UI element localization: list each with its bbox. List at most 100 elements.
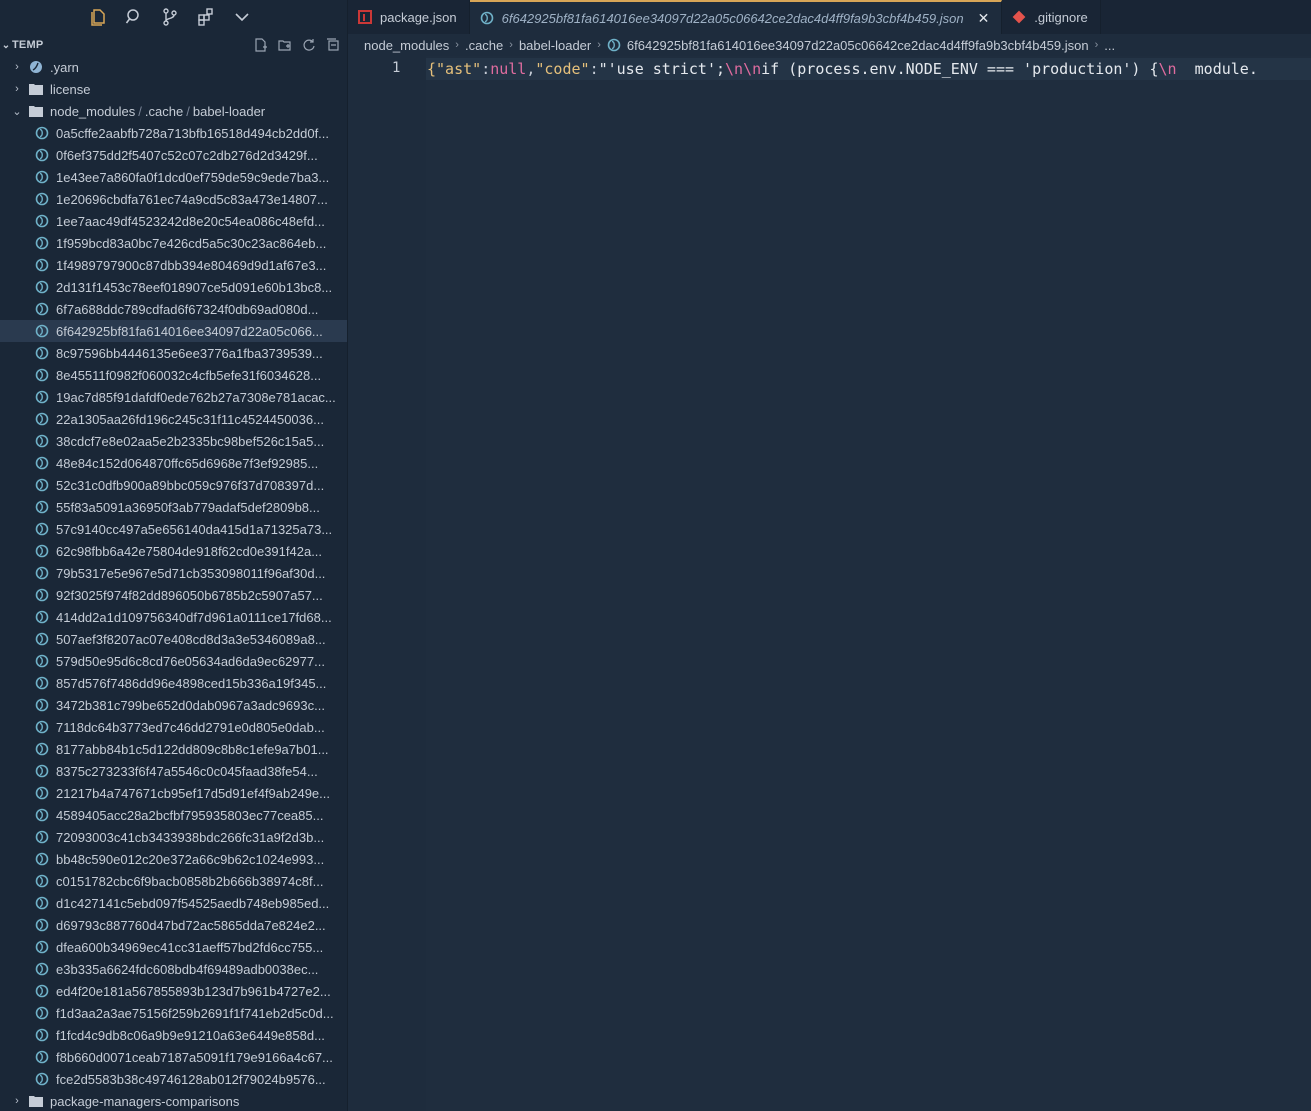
tree-file-item[interactable]: 8177abb84b1c5d122dd809c8b8c1efe9a7b01...: [0, 738, 347, 760]
tree-file-item[interactable]: 1e20696cbdfa761ec74a9cd5c83a473e14807...: [0, 188, 347, 210]
tree-file-item[interactable]: 1e43ee7a860fa0f1dcd0ef759de59c9ede7ba3..…: [0, 166, 347, 188]
tab-0[interactable]: package.json: [348, 0, 470, 34]
tree-file-item[interactable]: 52c31c0dfb900a89bbc059c976f37d708397d...: [0, 474, 347, 496]
tree-file-item[interactable]: 19ac7d85f91dafdf0ede762b27a7308e781acac.…: [0, 386, 347, 408]
new-file-icon[interactable]: [253, 37, 269, 53]
collapse-all-icon[interactable]: [325, 37, 341, 53]
tree-file-item[interactable]: f1fcd4c9db8c06a9b9e91210a63e6449e858d...: [0, 1024, 347, 1046]
tree-file-item[interactable]: 8375c273233f6f47a5546c0c045faad38fe54...: [0, 760, 347, 782]
tree-file-item[interactable]: 72093003c41cb3433938bdc266fc31a9f2d3b...: [0, 826, 347, 848]
source-control-icon[interactable]: [152, 0, 188, 34]
extensions-icon[interactable]: [188, 0, 224, 34]
explorer-sidebar: ⌄ TEMP › .yarn › license ⌄ node_modules …: [0, 0, 348, 1111]
git-icon: [1012, 10, 1026, 24]
tree-file-item[interactable]: 62c98fbb6a42e75804de918f62cd0e391f42a...: [0, 540, 347, 562]
new-folder-icon[interactable]: [277, 37, 293, 53]
file-label: 857d576f7486dd96e4898ced15b336a19f345...: [56, 675, 327, 691]
babel-icon: [34, 279, 50, 295]
chevron-right-icon: ›: [15, 83, 19, 95]
babel-icon: [34, 455, 50, 471]
tree-file-item[interactable]: d69793c887760d47bd72ac5865dda7e824e2...: [0, 914, 347, 936]
tree-file-item[interactable]: 21217b4a747671cb95ef17d5d91ef4f9ab249e..…: [0, 782, 347, 804]
tree-file-item[interactable]: f1d3aa2a3ae75156f259b2691f1f741eb2d5c0d.…: [0, 1002, 347, 1024]
tree-file-item[interactable]: e3b335a6624fdc608bdb4f69489adb0038ec...: [0, 958, 347, 980]
tree-file-item[interactable]: 6f642925bf81fa614016ee34097d22a05c066...: [0, 320, 347, 342]
babel-icon: [34, 499, 50, 515]
babel-icon: [34, 587, 50, 603]
tree-file-item[interactable]: 6f7a688ddc789cdfad6f67324f0db69ad080d...: [0, 298, 347, 320]
tree-file-item[interactable]: 4589405acc28a2bcfbf795935803ec77cea85...: [0, 804, 347, 826]
tree-file-item[interactable]: 38cdcf7e8e02aa5e2b2335bc98bef526c15a5...: [0, 430, 347, 452]
tree-file-item[interactable]: 3472b381c799be652d0dab0967a3adc9693c...: [0, 694, 347, 716]
chevron-down-icon[interactable]: [224, 0, 260, 34]
babel-icon: [34, 191, 50, 207]
tree-folder-license[interactable]: › license: [0, 78, 347, 100]
tree-file-item[interactable]: 0f6ef375dd2f5407c52c07c2db276d2d3429f...: [0, 144, 347, 166]
chevron-right-icon: ›: [15, 61, 19, 73]
tree-file-item[interactable]: f8b660d0071ceab7187a5091f179e9166a4c67..…: [0, 1046, 347, 1068]
tree-file-item[interactable]: fce2d5583b38c49746128ab012f79024b9576...: [0, 1068, 347, 1090]
chevron-right-icon: ›: [15, 1095, 19, 1107]
tree-file-item[interactable]: 2d131f1453c78eef018907ce5d091e60b13bc8..…: [0, 276, 347, 298]
explorer-section-header[interactable]: ⌄ TEMP: [0, 34, 347, 56]
tree-file-item[interactable]: 57c9140cc497a5e656140da415d1a71325a73...: [0, 518, 347, 540]
file-label: 62c98fbb6a42e75804de918f62cd0e391f42a...: [56, 543, 323, 559]
breadcrumb-item[interactable]: .cache: [465, 38, 503, 53]
tree-file-item[interactable]: 22a1305aa26fd196c245c31f11c4524450036...: [0, 408, 347, 430]
refresh-icon[interactable]: [301, 37, 317, 53]
tree-file-item[interactable]: 507aef3f8207ac07e408cd8d3a3e5346089a8...: [0, 628, 347, 650]
code-editor[interactable]: 1 {"ast":null,"code":"'use strict';\n\ni…: [348, 56, 1311, 1111]
search-icon[interactable]: [116, 0, 152, 34]
tab-1[interactable]: 6f642925bf81fa614016ee34097d22a05c06642c…: [469, 0, 1003, 34]
tree-file-item[interactable]: 8c97596bb4446135e6ee3776a1fba3739539...: [0, 342, 347, 364]
tree-file-item[interactable]: 55f83a5091a36950f3ab779adaf5def2809b8...: [0, 496, 347, 518]
close-icon[interactable]: ✕: [978, 10, 990, 27]
babel-icon: [34, 521, 50, 537]
tree-file-item[interactable]: 92f3025f974f82dd896050b6785b2c5907a57...: [0, 584, 347, 606]
tree-file-item[interactable]: dfea600b34969ec41cc31aeff57bd2fd6cc755..…: [0, 936, 347, 958]
babel-icon: [34, 873, 50, 889]
tree-file-item[interactable]: 579d50e95d6c8cd76e05634ad6da9ec62977...: [0, 650, 347, 672]
babel-icon: [34, 125, 50, 141]
file-label: 1e43ee7a860fa0f1dcd0ef759de59c9ede7ba3..…: [56, 169, 330, 185]
breadcrumb-item[interactable]: 6f642925bf81fa614016ee34097d22a05c06642c…: [627, 38, 1089, 53]
file-tree: › .yarn › license ⌄ node_modules / .cach…: [0, 56, 347, 1111]
babel-icon: [34, 1005, 50, 1021]
tab-2[interactable]: .gitignore: [1002, 0, 1101, 34]
file-label: 8e45511f0982f060032c4cfb5efe31f6034628..…: [56, 367, 322, 383]
tree-file-item[interactable]: 79b5317e5e967e5d71cb353098011f96af30d...: [0, 562, 347, 584]
tree-folder-package-managers[interactable]: › package-managers-comparisons: [0, 1090, 347, 1111]
file-label: 55f83a5091a36950f3ab779adaf5def2809b8...: [56, 499, 320, 515]
tree-file-item[interactable]: d1c427141c5ebd097f54525aedb748eb985ed...: [0, 892, 347, 914]
file-label: e3b335a6624fdc608bdb4f69489adb0038ec...: [56, 961, 319, 977]
tree-file-item[interactable]: 48e84c152d064870ffc65d6968e7f3ef92985...: [0, 452, 347, 474]
tree-file-item[interactable]: bb48c590e012c20e372a66c9b62c1024e993...: [0, 848, 347, 870]
tree-file-item[interactable]: 0a5cffe2aabfb728a713bfb16518d494cb2dd0f.…: [0, 122, 347, 144]
tree-file-item[interactable]: 414dd2a1d109756340df7d961a0111ce17fd68..…: [0, 606, 347, 628]
npm-icon: [358, 10, 372, 24]
tree-file-item[interactable]: ed4f20e181a567855893b123d7b961b4727e2...: [0, 980, 347, 1002]
code-area[interactable]: {"ast":null,"code":"'use strict';\n\nif …: [426, 56, 1311, 1111]
code-line[interactable]: {"ast":null,"code":"'use strict';\n\nif …: [426, 58, 1311, 80]
chevron-right-icon: ›: [1094, 39, 1099, 51]
tree-file-item[interactable]: c0151782cbc6f9bacb0858b2b666b38974c8f...: [0, 870, 347, 892]
tree-folder-yarn[interactable]: › .yarn: [0, 56, 347, 78]
file-label: 0a5cffe2aabfb728a713bfb16518d494cb2dd0f.…: [56, 125, 330, 141]
tree-file-item[interactable]: 7118dc64b3773ed7c46dd2791e0d805e0dab...: [0, 716, 347, 738]
breadcrumb-item[interactable]: node_modules: [364, 38, 449, 53]
babel-icon: [34, 345, 50, 361]
tree-file-item[interactable]: 1ee7aac49df4523242d8e20c54ea086c48efd...: [0, 210, 347, 232]
code-token: if (process.env.NODE_ENV === 'production…: [761, 60, 1159, 78]
breadcrumb-item[interactable]: ...: [1104, 38, 1115, 53]
file-label: 38cdcf7e8e02aa5e2b2335bc98bef526c15a5...: [56, 433, 325, 449]
tree-file-item[interactable]: 857d576f7486dd96e4898ced15b336a19f345...: [0, 672, 347, 694]
tree-file-item[interactable]: 8e45511f0982f060032c4cfb5efe31f6034628..…: [0, 364, 347, 386]
file-label: 1ee7aac49df4523242d8e20c54ea086c48efd...: [56, 213, 325, 229]
file-label: 21217b4a747671cb95ef17d5d91ef4f9ab249e..…: [56, 785, 330, 801]
tree-folder-node-modules[interactable]: ⌄ node_modules / .cache / babel-loader: [0, 100, 347, 122]
breadcrumb: node_modules › .cache › babel-loader › 6f64292…: [348, 34, 1311, 56]
breadcrumb-item[interactable]: babel-loader: [519, 38, 591, 53]
tree-file-item[interactable]: 1f959bcd83a0bc7e426cd5a5c30c23ac864eb...: [0, 232, 347, 254]
tree-file-item[interactable]: 1f4989797900c87dbb394e80469d9d1af67e3...: [0, 254, 347, 276]
explorer-files-icon[interactable]: [80, 0, 116, 34]
